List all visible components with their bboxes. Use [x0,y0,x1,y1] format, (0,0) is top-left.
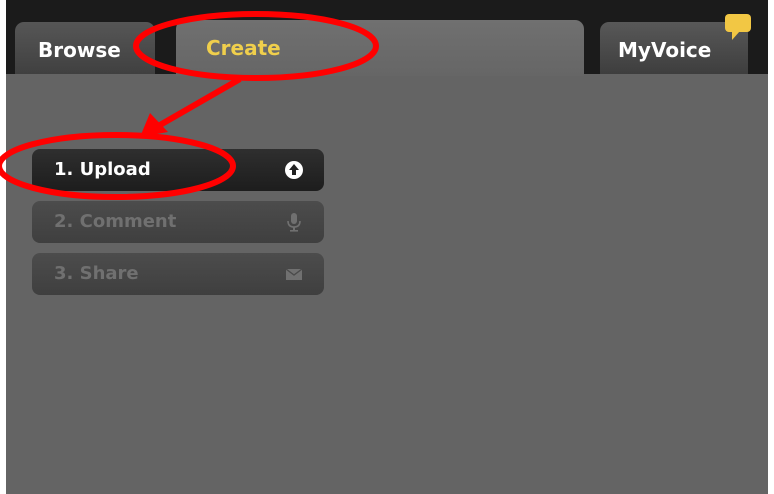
create-steps-list: 1. Upload 2. Comment 3. Share [32,149,324,305]
step-upload-button[interactable]: 1. Upload [32,149,324,191]
step-share-button[interactable]: 3. Share [32,253,324,295]
tab-create[interactable]: Create [176,20,584,76]
step-comment-label: 2. Comment [54,211,177,232]
microphone-icon [287,213,301,232]
tab-myvoice-label: MyVoice [618,38,712,62]
tab-create-label: Create [206,36,281,60]
notification-bubble-icon[interactable] [724,13,752,41]
app-window: Browse Create MyVoice 1. Upload 2. Comme… [6,0,768,494]
upload-icon [285,161,303,179]
tab-browse[interactable]: Browse [15,22,155,74]
envelope-icon [285,268,303,280]
tab-browse-label: Browse [38,38,121,62]
step-comment-button[interactable]: 2. Comment [32,201,324,243]
step-upload-label: 1. Upload [54,159,151,180]
step-share-label: 3. Share [54,263,139,284]
